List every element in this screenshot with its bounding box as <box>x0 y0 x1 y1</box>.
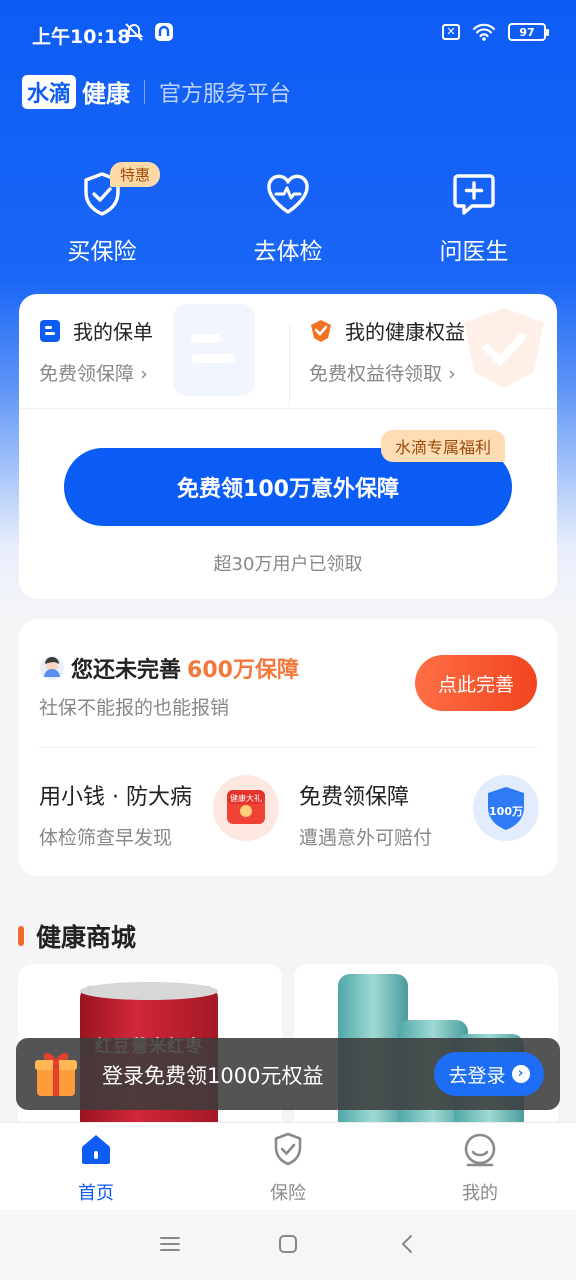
battery-icon: 97 <box>508 23 549 41</box>
service-ask-doctor[interactable]: 问医生 <box>404 170 544 266</box>
service-label: 买保险 <box>67 239 137 265</box>
free-coverage-promo[interactable]: 免费领保障 遭遇意外可赔付 <box>299 779 432 850</box>
status-bar: 上午10:18 ✕ 97 <box>0 0 576 70</box>
tab-label: 首页 <box>78 1183 114 1204</box>
column-divider <box>289 324 290 406</box>
sim-off-icon: ✕ <box>442 24 460 40</box>
claimed-count-text: 超30万用户已领取 <box>213 554 363 575</box>
tab-profile[interactable]: 我的 <box>430 1131 530 1205</box>
coverage-title-highlight: 600万保障 <box>187 658 299 683</box>
bottom-tab-bar: 首页 保险 我的 <box>0 1122 576 1210</box>
service-buy-insurance[interactable]: 买保险 特惠 <box>32 162 172 266</box>
complete-coverage-button[interactable]: 点此完善 <box>415 655 537 711</box>
health-mall-heading: 健康商城 <box>18 918 136 954</box>
rights-watermark-icon <box>464 308 544 388</box>
wifi-icon <box>472 23 496 41</box>
header-subtitle: 官方服务平台 <box>159 81 292 107</box>
status-icons-right: ✕ 97 <box>442 23 549 41</box>
free-coverage-promo-title: 免费领保障 <box>299 785 410 810</box>
user-avatar-icon <box>40 656 64 680</box>
shield-100w-icon: 100万 <box>473 775 539 841</box>
my-rights-entry[interactable]: 我的健康权益 免费权益待领取 › <box>309 316 465 386</box>
my-policy-entry[interactable]: 我的保单 免费领保障 › <box>39 316 153 386</box>
service-checkup[interactable]: 去体检 <box>218 170 358 266</box>
coverage-card: 您还未完善 600万保障 社保不能报的也能报销 点此完善 用小钱 · 防大病 体检… <box>19 619 557 876</box>
my-rights-title: 我的健康权益 <box>345 320 465 344</box>
chevron-right-icon: › <box>448 363 456 385</box>
health-gift-icon: 健康大礼 <box>213 775 279 841</box>
policy-card: 我的保单 免费领保障 › 我的健康权益 免费权益待领取 › 水滴专属福利 免费领… <box>19 294 557 599</box>
product-can-lid <box>80 982 218 1000</box>
app-notification-icon <box>155 23 173 41</box>
card-divider <box>19 408 557 409</box>
gift-box-icon <box>35 1053 77 1096</box>
user-face-icon <box>464 1133 496 1167</box>
tab-home[interactable]: 首页 <box>46 1131 146 1205</box>
menu-icon[interactable] <box>158 1232 182 1256</box>
rights-badge-icon <box>311 319 331 342</box>
login-banner-text: 登录免费领1000元权益 <box>102 1064 324 1088</box>
checkup-promo-title: 用小钱 · 防大病 <box>39 785 192 810</box>
header-divider <box>144 79 146 104</box>
home-icon <box>82 1135 110 1164</box>
special-offer-badge: 特惠 <box>110 162 161 187</box>
tab-insurance[interactable]: 保险 <box>238 1131 338 1205</box>
welfare-tag: 水滴专属福利 <box>381 430 506 462</box>
home-square-icon[interactable] <box>276 1232 300 1256</box>
my-policy-title: 我的保单 <box>73 320 153 344</box>
logo-mark: 水滴 <box>22 74 77 109</box>
status-icons-left <box>124 22 174 42</box>
shield-icon <box>274 1132 302 1166</box>
shield-icon-text: 100万 <box>489 805 523 818</box>
heading-accent-bar <box>18 926 24 946</box>
service-shortcuts: 买保险 特惠 去体检 问医生 <box>0 162 576 270</box>
status-time: 上午10:18 <box>32 26 131 48</box>
go-login-button[interactable]: 去登录 › <box>434 1052 544 1096</box>
checkup-promo-subtitle: 体检筛查早发现 <box>39 827 173 849</box>
health-mall-title: 健康商城 <box>36 923 137 952</box>
tab-label: 保险 <box>270 1183 306 1204</box>
service-label: 去体检 <box>253 239 323 265</box>
system-navigation-bar <box>0 1210 576 1280</box>
chat-plus-icon <box>453 174 495 215</box>
app-header: 水滴 健康 官方服务平台 <box>22 74 291 109</box>
go-login-label: 去登录 <box>448 1064 506 1087</box>
chevron-right-icon: › <box>140 363 148 385</box>
card-divider <box>39 747 537 748</box>
checkup-promo[interactable]: 用小钱 · 防大病 体检筛查早发现 <box>39 779 192 850</box>
battery-level: 97 <box>519 25 535 39</box>
back-icon[interactable] <box>396 1232 420 1256</box>
my-policy-subtitle: 免费领保障 <box>39 363 135 385</box>
my-rights-subtitle: 免费权益待领取 <box>309 363 443 385</box>
chevron-right-icon: › <box>511 1065 530 1083</box>
login-banner[interactable]: 登录免费领1000元权益 去登录 › <box>16 1038 560 1110</box>
tab-label: 我的 <box>462 1183 498 1204</box>
health-gift-icon-text: 健康大礼 <box>230 793 262 803</box>
coverage-subtitle: 社保不能报的也能报销 <box>39 697 230 719</box>
service-label: 问医生 <box>439 239 509 265</box>
alarm-off-icon <box>124 23 144 41</box>
policy-doc-icon <box>40 319 60 342</box>
policy-watermark-icon <box>173 304 255 396</box>
free-coverage-promo-subtitle: 遭遇意外可赔付 <box>299 827 433 849</box>
coverage-title: 您还未完善 600万保障 <box>39 652 299 684</box>
heart-pulse-icon <box>267 174 309 214</box>
coverage-title-prefix: 您还未完善 <box>71 658 182 683</box>
logo-text: 健康 <box>82 80 131 108</box>
